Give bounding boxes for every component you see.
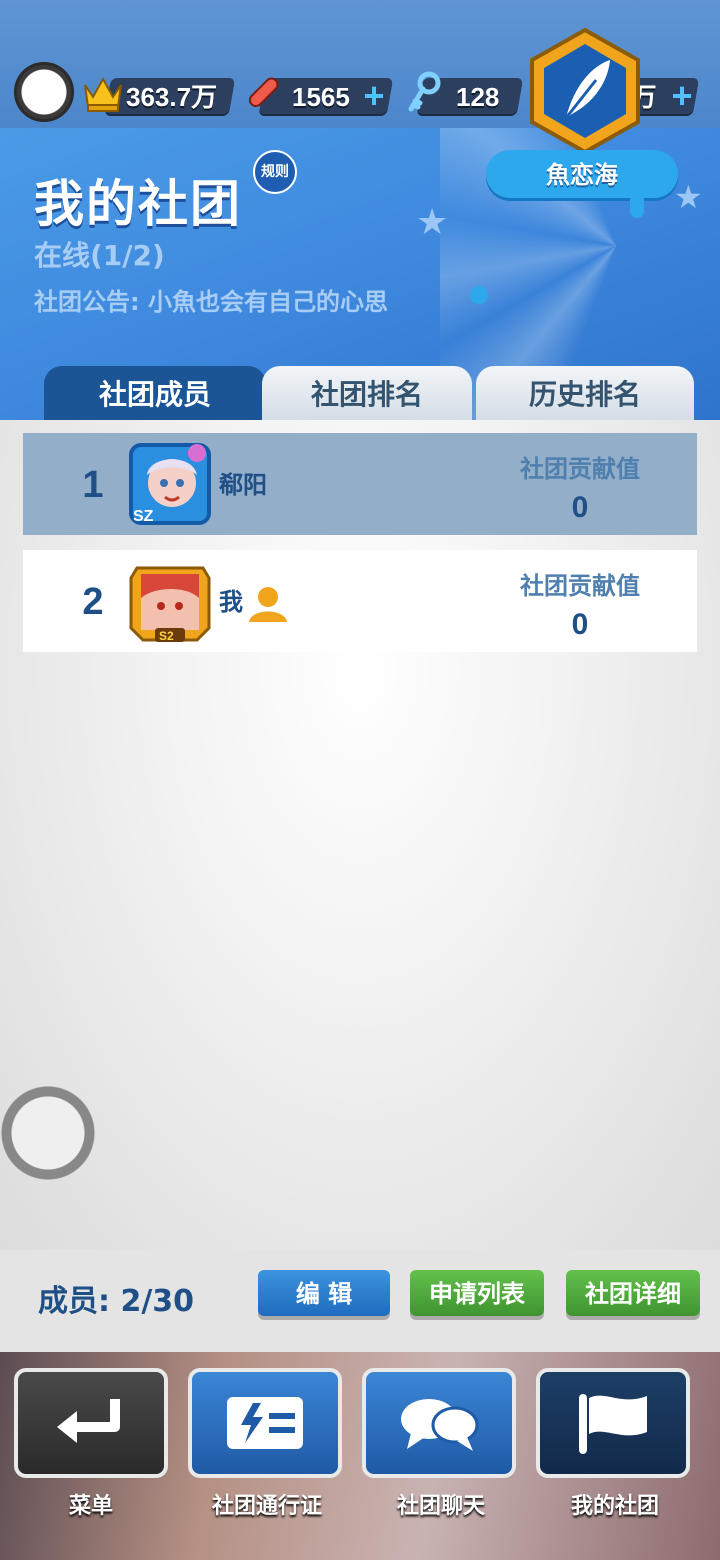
key-value: 128 <box>456 82 500 112</box>
edit-button[interactable]: 编 辑 <box>258 1270 390 1316</box>
member-row[interactable]: 1 SZ 郗阳 社团贡献值 0 <box>23 433 697 535</box>
add-coin-button[interactable]: + <box>668 78 696 114</box>
club-name: 魚恋海 <box>546 161 618 189</box>
member-name: 我 <box>219 588 243 616</box>
member-row[interactable]: 2 S2 我 社团贡献值 0 <box>23 550 697 652</box>
contribution-value: 0 <box>571 608 589 641</box>
nav-menu-button[interactable] <box>14 1368 168 1478</box>
page-title: 我的社团 <box>34 175 242 233</box>
contribution-label: 社团贡献值 <box>520 572 640 600</box>
crown-icon <box>80 70 126 116</box>
contribution-value: 0 <box>571 491 589 524</box>
board-value: 1565 <box>292 82 350 112</box>
club-notice: 社团公告: 小魚也会有自己的心思 <box>34 288 388 316</box>
nav-pass-button[interactable] <box>188 1368 342 1478</box>
nav-chat-label: 社团聊天 <box>396 1494 485 1519</box>
nav-menu-label: 菜单 <box>68 1494 113 1519</box>
return-arrow-icon <box>57 1399 120 1443</box>
club-detail-button[interactable]: 社团详细 <box>566 1270 700 1316</box>
nav-pass-label: 社团通行证 <box>211 1494 322 1519</box>
flag-icon <box>579 1394 647 1454</box>
online-status: 在线(1/2) <box>34 239 165 272</box>
member-count: 成员: 2/30 <box>38 1284 195 1319</box>
avatar-tag: SZ <box>133 508 154 525</box>
member-rank: 2 <box>82 581 104 623</box>
settings-gear-icon[interactable] <box>14 62 74 122</box>
floating-assist-button[interactable] <box>0 1085 96 1181</box>
key-icon <box>400 70 446 116</box>
self-person-icon <box>245 584 291 624</box>
member-rank: 1 <box>82 464 104 506</box>
tab-club-ranking[interactable]: 社团排名 <box>262 366 472 420</box>
rules-button[interactable]: 规则 <box>253 150 297 194</box>
member-avatar[interactable]: S2 <box>127 558 213 644</box>
trophy-value: 363.7万 <box>126 82 218 112</box>
star-icon: ★ <box>416 202 449 243</box>
member-avatar[interactable]: SZ <box>127 441 213 527</box>
tab-members[interactable]: 社团成员 <box>44 366 266 420</box>
nav-my-club-label: 我的社团 <box>570 1494 659 1519</box>
member-list-area <box>0 420 720 1250</box>
avatar-tag: S2 <box>159 629 174 643</box>
skateboard-icon <box>240 70 286 116</box>
apply-list-button[interactable]: 申请列表 <box>410 1270 544 1316</box>
pass-card-icon <box>227 1397 303 1449</box>
star-icon: ★ <box>674 178 703 216</box>
chat-bubbles-icon <box>401 1399 479 1451</box>
nav-chat-button[interactable] <box>362 1368 516 1478</box>
contribution-label: 社团贡献值 <box>520 455 640 483</box>
club-badge <box>526 26 644 156</box>
nav-my-club-button[interactable] <box>536 1368 690 1478</box>
tab-history-ranking[interactable]: 历史排名 <box>476 366 694 420</box>
member-name: 郗阳 <box>219 471 267 499</box>
ribbon-dot <box>470 286 488 304</box>
add-board-button[interactable]: + <box>360 78 388 114</box>
